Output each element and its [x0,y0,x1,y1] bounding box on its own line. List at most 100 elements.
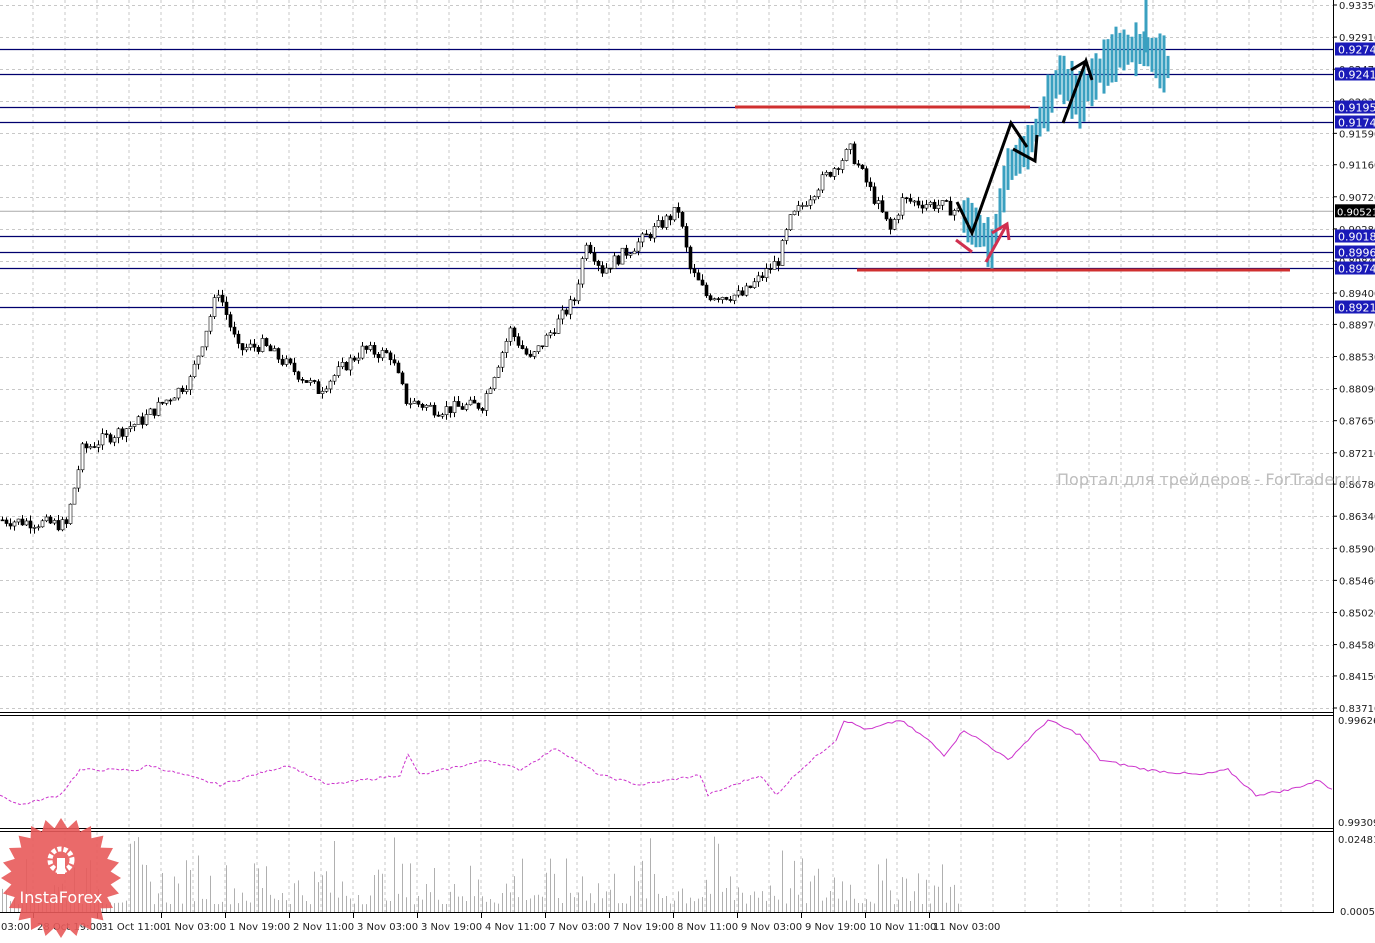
candle-body [196,355,201,365]
red-stroke[interactable] [955,238,973,254]
candle-body [692,268,697,274]
candle-body [156,401,161,416]
candle-body [4,519,9,524]
candle-body [148,408,153,415]
candle-body [860,164,865,169]
candle-body [504,341,509,353]
candle-body [68,503,73,524]
candle-body [900,197,905,216]
candle-body [328,380,333,390]
candle-body [136,416,141,425]
candle-body [700,279,705,286]
candle-body [132,424,137,427]
candle-body [200,346,205,357]
candle-body [520,345,525,350]
candle-body [660,220,665,228]
candle-body [280,358,285,365]
price-tick-label: 0.91160 [1339,161,1375,172]
candle-body [524,348,529,355]
candle-body [676,207,681,213]
candle-body [392,359,397,364]
candle-body [720,297,725,300]
time-label: 3 Nov 03:00 [357,922,418,933]
watermark-text: Портал для трейдеров - ForTrader.ru [1057,470,1362,489]
candle-body [172,397,177,401]
candle-body [140,416,145,425]
candle-body [620,247,625,265]
candle-body [144,414,149,425]
price-tick-label: 0.87650 [1339,417,1375,428]
current-price-label: 0.90521 [1337,207,1375,218]
indicator-axis-min: 0.99309 [1338,818,1375,829]
candle-body [260,338,265,352]
candle-body [568,299,573,315]
price-tick-label: 0.89400 [1339,289,1375,300]
price-tick-label: 0.83710 [1339,704,1375,715]
candle-body [564,309,569,315]
candle-body [376,353,381,359]
candle-body [468,399,473,406]
candle-body [0,519,5,522]
candle-body [856,163,861,166]
candle-body [256,346,261,352]
candle-body [808,199,813,206]
candle-body [716,298,721,300]
candle-body [56,520,61,531]
candle-body [616,255,621,265]
candle-body [580,258,585,285]
candle-body [80,443,85,471]
candle-body [180,387,185,392]
price-tick-label: 0.91590 [1339,129,1375,140]
candle-body [508,327,513,342]
candle-body [928,201,933,205]
candle-body [476,402,481,409]
candle-body [912,200,917,203]
indicator-line [0,740,837,806]
candle-body [292,362,297,373]
candle-body [232,326,237,335]
candle-body [824,171,829,176]
candle-body [624,247,629,256]
price-tick-label: 0.88090 [1339,385,1375,396]
candle-body [368,345,373,350]
candle-body [876,200,881,204]
candle-body [388,352,393,361]
candle-body [264,338,269,347]
candle-body [588,244,593,253]
candle-body [424,404,429,408]
time-label: 9 Nov 03:00 [741,922,802,933]
candle-body [176,387,181,399]
candle-body [72,487,77,505]
candle-body [576,283,581,302]
time-label: 1 Nov 03:00 [165,922,226,933]
candle-body [548,332,553,336]
candle-body [336,366,341,376]
candle-body [108,434,113,443]
candle-body [96,444,101,448]
candle-body [708,295,713,301]
price-tick-label: 0.90720 [1339,193,1375,204]
candle-body [868,181,873,188]
candle-body [492,377,497,390]
candle-body [60,519,65,531]
candle-body [640,233,645,243]
chart-canvas[interactable]: 0.933500.929100.924700.920300.915900.911… [0,0,1375,938]
level-label: 0.9241 [1338,69,1375,82]
candle-body [832,168,837,177]
price-tick-label: 0.86340 [1339,512,1375,523]
volume-axis-min: 0.0005 [1340,907,1375,918]
candle-body [904,197,909,200]
candle-body [284,358,289,365]
candle-body [252,343,257,348]
candle-body [348,357,353,371]
candle-body [432,404,437,416]
candle-body [648,234,653,239]
level-label: 0.8996 [1338,247,1375,260]
candle-body [320,390,325,394]
level-label: 0.8921 [1338,302,1375,315]
candle-body [804,205,809,207]
candle-body [456,401,461,407]
time-label: 2 Nov 11:00 [293,922,354,933]
candle-body [604,267,609,274]
candle-body [288,358,293,364]
